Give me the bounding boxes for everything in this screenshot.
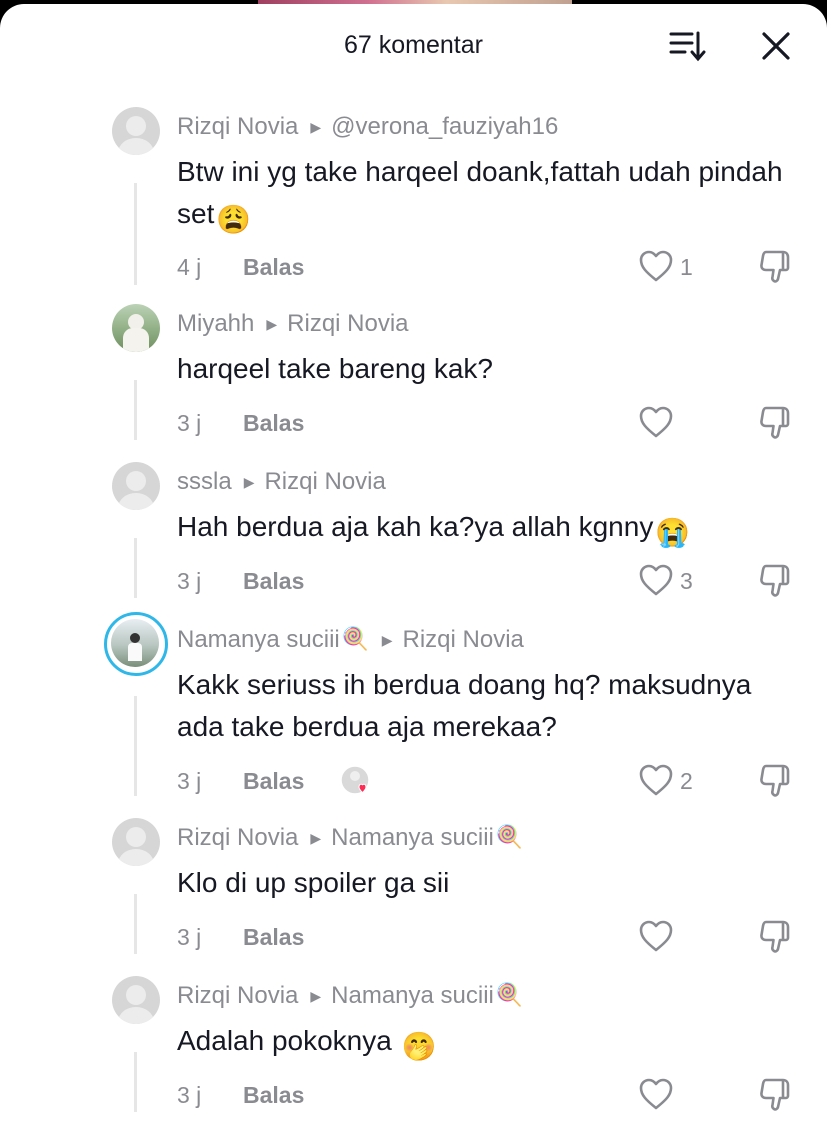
thread-line <box>134 380 137 440</box>
avatar[interactable] <box>112 976 160 1024</box>
comment-author[interactable]: Rizqi Novia <box>177 824 298 852</box>
thumbs-down-icon[interactable] <box>758 563 794 599</box>
like-count: 1 <box>680 254 693 280</box>
reply-button[interactable]: Balas <box>243 254 304 281</box>
reply-arrow-icon: ▶ <box>243 473 255 490</box>
comments-header: 67 komentar <box>0 4 827 84</box>
thumbs-down-icon[interactable] <box>758 919 794 955</box>
comment-time: 4 j <box>177 254 202 280</box>
comment-time: 3 j <box>177 1082 202 1108</box>
like-count: 3 <box>680 568 693 594</box>
avatar[interactable] <box>112 462 160 510</box>
lollipop-emoji: 🍭 <box>495 824 524 849</box>
comment-text: Klo di up spoiler ga sii <box>177 867 450 898</box>
reply-to-user[interactable]: Rizqi Novia <box>264 468 385 496</box>
thumbs-down-icon[interactable] <box>758 405 794 441</box>
reply-arrow-icon: ▶ <box>310 829 322 846</box>
comment-text: harqeel take bareng kak? <box>177 353 493 384</box>
reply-arrow-icon: ▶ <box>310 118 322 135</box>
thread-line <box>134 538 137 598</box>
creator-liked-icon <box>340 765 374 799</box>
comment-author[interactable]: sssla <box>177 468 232 496</box>
sort-icon[interactable] <box>668 28 708 64</box>
avatar[interactable] <box>112 107 160 155</box>
reply-arrow-icon: ▶ <box>266 315 278 332</box>
thread-line <box>134 894 137 954</box>
avatar[interactable] <box>112 304 160 352</box>
thread-line <box>134 696 137 796</box>
thumbs-down-icon[interactable] <box>758 763 794 799</box>
lollipop-emoji: 🍭 <box>495 982 524 1007</box>
avatar[interactable] <box>112 818 160 866</box>
reply-button[interactable]: Balas <box>243 768 304 795</box>
heart-outline-icon[interactable] <box>638 1077 674 1111</box>
emoji: 😭 <box>655 517 691 548</box>
comment-time: 3 j <box>177 568 202 594</box>
comment-author[interactable]: Rizqi Novia <box>177 982 298 1010</box>
comment-text: Btw ini yg take harqeel doank,fattah uda… <box>177 156 783 235</box>
comment-time: 3 j <box>177 924 202 950</box>
thread-line <box>134 1052 137 1112</box>
comment-author[interactable]: Miyahh <box>177 310 254 338</box>
comment-author[interactable]: Rizqi Novia <box>177 113 298 141</box>
reply-to-user[interactable]: @verona_fauziyah16 <box>331 113 558 141</box>
comment-text: Hah berdua aja kah ka?ya allah kgnny😭 <box>177 511 691 548</box>
comment-text: Kakk seriuss ih berdua doang hq? maksudn… <box>177 669 752 742</box>
reply-button[interactable]: Balas <box>243 410 304 437</box>
heart-outline-icon[interactable] <box>638 405 674 439</box>
heart-outline-icon[interactable] <box>638 249 674 283</box>
heart-outline-icon[interactable] <box>638 919 674 953</box>
reply-button[interactable]: Balas <box>243 924 304 951</box>
emoji: 🤭 <box>401 1031 437 1062</box>
comments-sheet: 67 komentar Rizqi Novia ▶ @verona_fauziy… <box>0 4 827 1128</box>
reply-button[interactable]: Balas <box>243 1082 304 1109</box>
reply-to-user[interactable]: Namanya suciii <box>331 982 494 1010</box>
comment-author[interactable]: Namanya suciii <box>177 626 340 654</box>
reply-arrow-icon: ▶ <box>381 631 393 648</box>
reply-to-user[interactable]: Rizqi Novia <box>403 626 524 654</box>
avatar[interactable] <box>111 619 159 667</box>
reply-to-user[interactable]: Namanya suciii <box>331 824 494 852</box>
emoji: 😩 <box>216 204 252 235</box>
reply-to-user[interactable]: Rizqi Novia <box>287 310 408 338</box>
close-icon[interactable] <box>758 28 794 64</box>
heart-outline-icon[interactable] <box>638 563 674 597</box>
reply-button[interactable]: Balas <box>243 568 304 595</box>
comment-time: 3 j <box>177 768 202 794</box>
thread-line <box>134 183 137 285</box>
thumbs-down-icon[interactable] <box>758 249 794 285</box>
reply-arrow-icon: ▶ <box>310 987 322 1004</box>
thumbs-down-icon[interactable] <box>758 1077 794 1113</box>
comment-text: Adalah pokoknya 🤭 <box>177 1025 437 1062</box>
like-count: 2 <box>680 768 693 794</box>
lollipop-emoji: 🍭 <box>341 626 370 651</box>
comment-time: 3 j <box>177 410 202 436</box>
heart-outline-icon[interactable] <box>638 763 674 797</box>
